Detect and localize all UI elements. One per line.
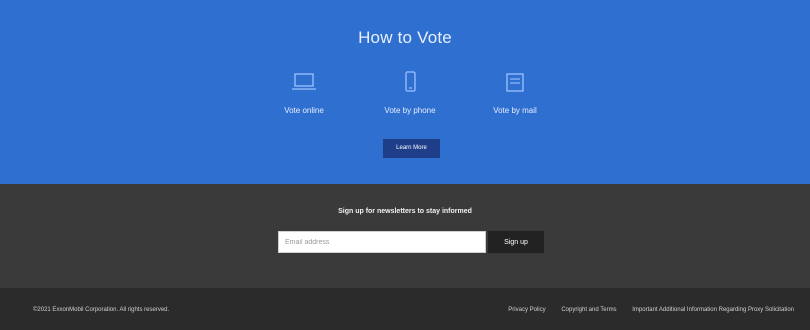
- footer: ©2021 ExxonMobil Corporation. All rights…: [0, 288, 810, 330]
- sign-up-button[interactable]: Sign up: [488, 231, 544, 253]
- privacy-policy-link[interactable]: Privacy Policy: [508, 307, 545, 313]
- learn-more-button[interactable]: Learn More: [383, 139, 440, 158]
- vote-online-option[interactable]: Vote online: [249, 70, 359, 115]
- section-title: How to Vote: [358, 28, 452, 47]
- signup-heading: Sign up for newsletters to stay informed: [338, 208, 472, 215]
- ballot-mail-icon: [506, 73, 524, 92]
- proxy-solicitation-link[interactable]: Important Additional Information Regardi…: [632, 307, 794, 313]
- vote-options: Vote online Vote by phone Vote by mail: [0, 70, 810, 130]
- how-to-vote-section: How to Vote Vote online Vote by phone Vo…: [0, 0, 810, 184]
- laptop-icon: [292, 73, 316, 90]
- vote-phone-option[interactable]: Vote by phone: [355, 70, 465, 115]
- phone-icon: [405, 71, 416, 92]
- copyright-text: ©2021 ExxonMobil Corporation. All rights…: [33, 307, 170, 313]
- footer-links: Privacy Policy Copyright and Terms Impor…: [494, 307, 794, 313]
- vote-phone-label: Vote by phone: [384, 106, 436, 115]
- newsletter-signup-section: Sign up for newsletters to stay informed…: [0, 184, 810, 288]
- vote-mail-option[interactable]: Vote by mail: [460, 70, 570, 115]
- vote-mail-label: Vote by mail: [493, 106, 537, 115]
- vote-online-label: Vote online: [284, 106, 324, 115]
- copyright-terms-link[interactable]: Copyright and Terms: [561, 307, 616, 313]
- email-field[interactable]: [278, 231, 486, 253]
